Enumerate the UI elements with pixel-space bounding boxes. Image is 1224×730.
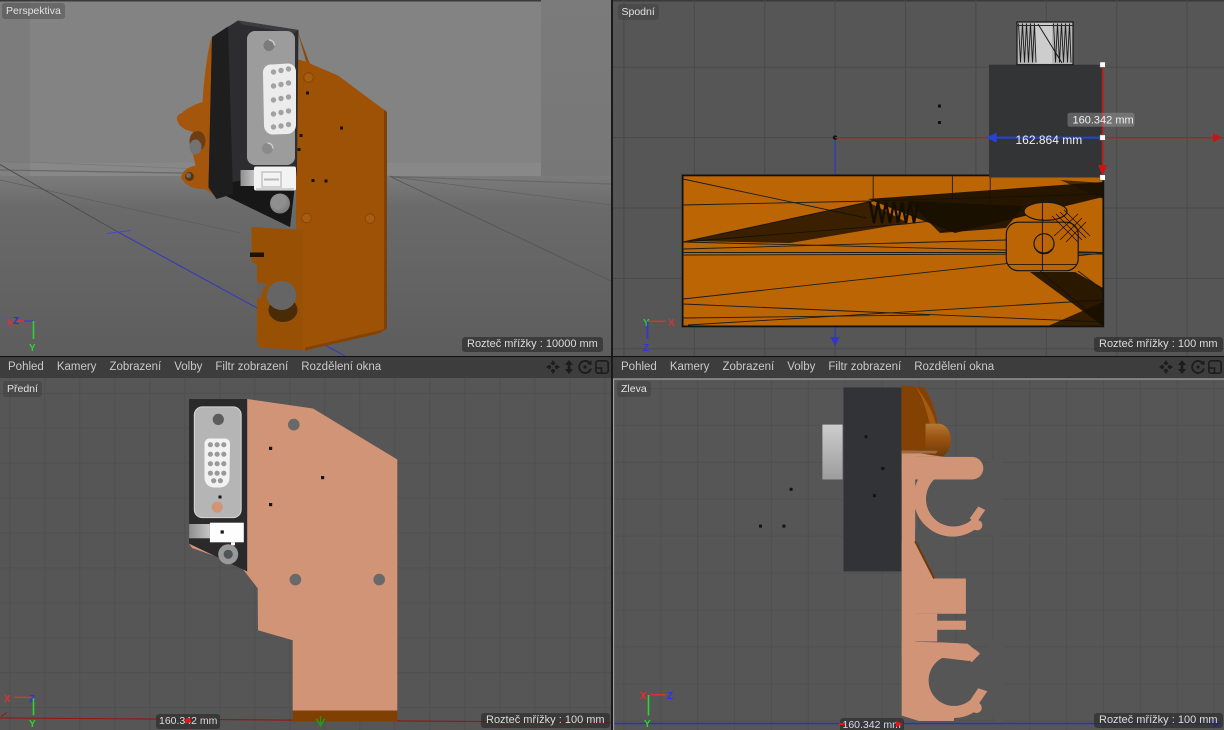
svg-text:162.864 mm: 162.864 mm bbox=[1016, 133, 1083, 147]
svg-text:Z: Z bbox=[667, 691, 673, 702]
svg-text:Y: Y bbox=[29, 343, 36, 354]
svg-text:X: X bbox=[668, 318, 675, 329]
svg-text:Y: Y bbox=[644, 719, 651, 730]
svg-text:Y: Y bbox=[643, 318, 650, 329]
svg-text:Y: Y bbox=[29, 719, 36, 730]
svg-text:X: X bbox=[640, 691, 647, 702]
svg-text:X: X bbox=[4, 694, 11, 705]
svg-text:Z: Z bbox=[643, 343, 649, 354]
svg-text:160.342 mm: 160.342 mm bbox=[1073, 114, 1134, 126]
